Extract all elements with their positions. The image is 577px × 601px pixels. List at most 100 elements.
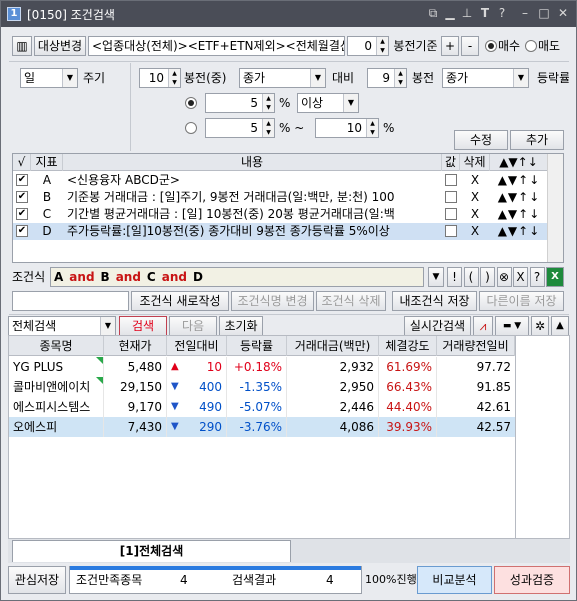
condition-row[interactable]: ✔ C 기간별 평균거래대금 : [일] 10봉전(중) 20봉 평균거래대금(일:…: [13, 206, 548, 223]
minimize-to-tray-icon[interactable]: ▁: [442, 6, 458, 20]
chevron-down-icon[interactable]: ▼: [513, 69, 528, 87]
add-button[interactable]: 추가: [510, 130, 564, 150]
delete-row-icon[interactable]: X: [460, 189, 490, 206]
minimize-icon[interactable]: –: [517, 6, 533, 20]
condition-checkbox[interactable]: ✔: [16, 225, 28, 237]
link-window-icon[interactable]: ⧉: [425, 6, 441, 21]
reset-button[interactable]: 초기화: [219, 316, 263, 336]
chevron-down-icon[interactable]: ▼: [343, 94, 358, 112]
options-dropdown-icon[interactable]: ▬ ▼: [495, 316, 529, 336]
delete-row-icon[interactable]: X: [460, 223, 490, 240]
range-mode-radio[interactable]: [185, 122, 197, 134]
performance-verify-button[interactable]: 성과검증: [494, 566, 570, 594]
realtime-search-button[interactable]: 실시간검색: [404, 316, 471, 336]
search-button[interactable]: 검색: [119, 316, 167, 336]
plus-button[interactable]: +: [441, 36, 459, 56]
bong1-stepper[interactable]: 10 ▲ ▼: [139, 68, 181, 88]
delete-condition-button[interactable]: 조건식 삭제: [316, 291, 386, 311]
chevron-down-icon[interactable]: ▼: [100, 317, 115, 335]
condition-content: 주가등락률:[일]10봉전(중) 종가대비 9봉전 종가등락률 5%이상: [67, 224, 390, 238]
layout-toggle-icon[interactable]: ▥: [12, 36, 32, 56]
pin-icon[interactable]: ⊥: [459, 6, 475, 20]
stock-name-text: 에스피시스템스: [13, 400, 91, 414]
chevron-down-icon[interactable]: ▼: [310, 69, 325, 87]
stepper-arrows-icon[interactable]: ▲ ▼: [394, 69, 406, 87]
value2-stepper[interactable]: 5 ▲ ▼: [205, 118, 275, 138]
result-row[interactable]: 오에스피 7,430 ▼ 290 -3.76% 4,086 39.93% 42.57: [9, 417, 515, 437]
save-watchlist-button[interactable]: 관심저장: [8, 566, 66, 594]
result-row[interactable]: 콜마비앤에이치 29,150 ▼ 400 -1.35% 2,950 66.43% 91.85: [9, 377, 515, 397]
condition-name-input[interactable]: [12, 291, 129, 311]
stepper-arrows-icon[interactable]: ▲ ▼: [262, 94, 274, 112]
reorder-icons[interactable]: ▲▼↑↓: [490, 172, 548, 189]
above-mode-radio[interactable]: [185, 97, 197, 109]
clear-formula-button[interactable]: ⊗: [496, 267, 512, 287]
rename-condition-button[interactable]: 조건식명 변경: [231, 291, 314, 311]
flag-icon: [96, 377, 103, 384]
close-paren-button[interactable]: ): [480, 267, 495, 287]
delete-row-icon[interactable]: X: [460, 206, 490, 223]
gear-icon[interactable]: ✲: [531, 316, 549, 336]
help-icon[interactable]: ?: [494, 6, 510, 20]
value1-stepper[interactable]: 5 ▲ ▼: [205, 93, 275, 113]
reorder-icons[interactable]: ▲▼↑↓: [490, 223, 548, 240]
col-price: 현재가: [104, 336, 167, 356]
next-button[interactable]: 다음: [169, 316, 217, 336]
condition-row[interactable]: ✔ B 기준봉 거래대금 : [일]주기, 9봉전 거래대금(일:백만, 분:천) …: [13, 189, 548, 206]
open-paren-button[interactable]: (: [463, 267, 479, 287]
condition-checkbox[interactable]: ✔: [16, 208, 28, 220]
condition-checkbox[interactable]: ✔: [16, 174, 28, 186]
result-row[interactable]: YG PLUS 5,480 ▲ 10 +0.18% 2,932 61.69% 97.72: [9, 357, 515, 377]
bong-offset-stepper[interactable]: 0 ▲ ▼: [347, 36, 389, 56]
value-checkbox[interactable]: [445, 191, 457, 203]
col-diff: 전일대비: [167, 336, 227, 356]
chart-icon[interactable]: ⩘: [473, 316, 493, 336]
chevron-down-icon[interactable]: ▼: [62, 69, 77, 87]
satisfied-count: 4: [180, 573, 188, 587]
stepper-arrows-icon[interactable]: ▲ ▼: [376, 37, 388, 55]
maximize-icon[interactable]: □: [536, 6, 552, 20]
stepper-arrows-icon[interactable]: ▲ ▼: [366, 119, 378, 137]
price-select-2[interactable]: 종가 ▼: [442, 68, 529, 88]
stepper-arrows-icon[interactable]: ▲ ▼: [262, 119, 274, 137]
price-select-1[interactable]: 종가 ▼: [239, 68, 326, 88]
font-size-icon[interactable]: T: [477, 6, 493, 20]
modify-button[interactable]: 수정: [454, 130, 508, 150]
save-my-condition-button[interactable]: 내조건식 저장: [392, 291, 477, 311]
search-scope-select[interactable]: 전체검색 ▼: [8, 316, 116, 336]
above-select[interactable]: 이상 ▼: [297, 93, 359, 113]
target-description-field[interactable]: <업종대상(전체)><ETF+ETN제외><전체월결산>: [88, 36, 345, 56]
close-icon[interactable]: ✕: [555, 6, 571, 20]
period-select[interactable]: 일 ▼: [20, 68, 78, 88]
new-condition-button[interactable]: 조건식 새로작성: [131, 291, 229, 311]
value3-stepper[interactable]: 10 ▲ ▼: [315, 118, 379, 138]
value-checkbox[interactable]: [445, 225, 457, 237]
value-checkbox[interactable]: [445, 174, 457, 186]
bong2-stepper[interactable]: 9 ▲ ▼: [367, 68, 407, 88]
formula-field[interactable]: Aand Band Cand D: [50, 267, 424, 287]
condition-row[interactable]: ✔ D 주가등락률:[일]10봉전(중) 종가대비 9봉전 종가등락률 5%이상 X ▲…: [13, 223, 548, 240]
minus-button[interactable]: -: [461, 36, 479, 56]
result-row[interactable]: 에스피시스템스 9,170 ▼ 490 -5.07% 2,446 44.40% 42.61: [9, 397, 515, 417]
stepper-arrows-icon[interactable]: ▲ ▼: [168, 69, 180, 87]
formula-help-button[interactable]: ?: [529, 267, 545, 287]
condition-row[interactable]: ✔ A <신용융자 ABCD군> X ▲▼↑↓: [13, 172, 548, 189]
buy-radio[interactable]: [485, 40, 497, 52]
reorder-icons[interactable]: ▲▼↑↓: [490, 189, 548, 206]
tab-all-search[interactable]: [1]전체검색: [12, 540, 291, 562]
remove-token-button[interactable]: X: [513, 267, 528, 287]
reorder-icons[interactable]: ▲▼↑↓: [490, 206, 548, 223]
collapse-up-icon[interactable]: ▲: [551, 316, 569, 336]
condition-list-scrollbar[interactable]: [547, 154, 563, 262]
sell-radio[interactable]: [525, 40, 537, 52]
delete-row-icon[interactable]: X: [460, 172, 490, 189]
formula-dropdown-icon[interactable]: ▼: [428, 267, 444, 287]
target-change-button[interactable]: 대상변경: [34, 36, 86, 56]
save-as-button[interactable]: 다른이름 저장: [479, 291, 564, 311]
app-icon: 1: [7, 7, 21, 21]
compare-analysis-button[interactable]: 비교분석: [417, 566, 492, 594]
condition-checkbox[interactable]: ✔: [16, 191, 28, 203]
excel-export-icon[interactable]: X: [546, 267, 564, 287]
value-checkbox[interactable]: [445, 208, 457, 220]
not-button[interactable]: !: [447, 267, 462, 287]
